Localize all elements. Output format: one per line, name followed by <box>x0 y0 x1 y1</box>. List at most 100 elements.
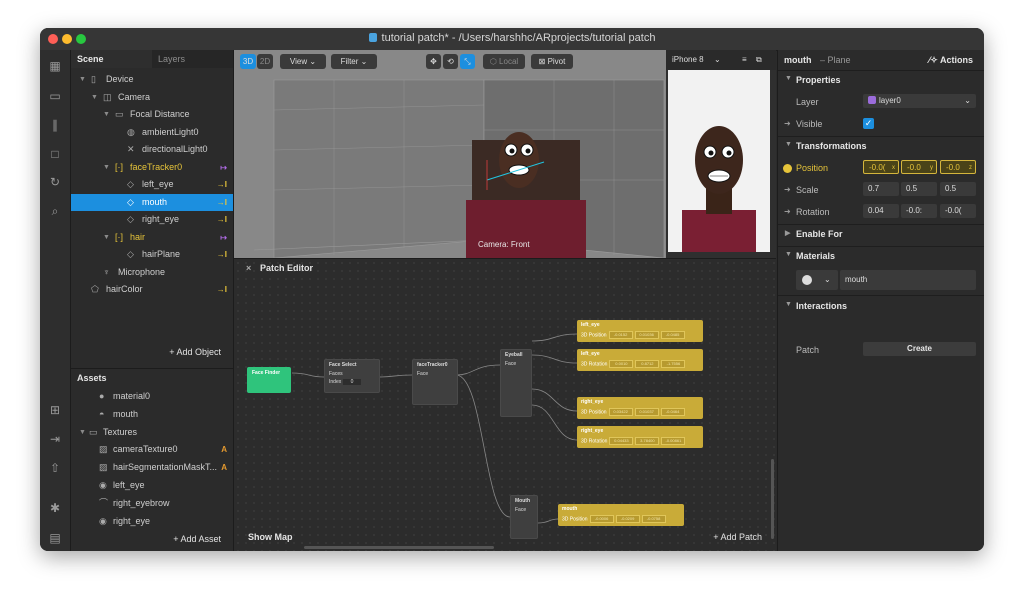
move-tool-icon[interactable]: ✥ <box>426 54 441 69</box>
face-tracker-node[interactable]: faceTracker0 Face <box>412 359 458 405</box>
vertical-scrollbar[interactable] <box>771 459 774 539</box>
add-patch-button[interactable]: + Add Patch <box>713 532 762 542</box>
tracking-badge-icon[interactable]: →I <box>217 281 227 298</box>
property-patch-node[interactable]: left_eye 3D Rotation 0.0010 0.8712 -1.7556 <box>577 349 703 371</box>
scale-tool-icon[interactable]: ⤡ <box>460 54 475 69</box>
rotate-tool-icon[interactable]: ⟲ <box>443 54 458 69</box>
bug-icon[interactable]: ✱ <box>47 500 63 516</box>
disclosure-triangle-icon[interactable]: ▼ <box>103 159 110 176</box>
scene-tree-item[interactable]: ✕ directionalLight0 <box>71 141 233 158</box>
property-patch-node[interactable]: right_eye 3D Rotation 0.04433 3.78400 -0.008… <box>577 426 703 448</box>
keyframe-arrow-icon[interactable]: ➜ <box>784 185 791 194</box>
keyframe-arrow-icon[interactable]: ➜ <box>784 119 791 128</box>
add-object-button[interactable]: + Add Object <box>169 347 221 357</box>
scene-tree-item[interactable]: ▼ ◫ Camera <box>71 89 233 106</box>
scene-tree-item[interactable]: ♆ Microphone <box>71 264 233 281</box>
disclosure-triangle-icon[interactable]: ▼ <box>91 89 98 106</box>
asset-item[interactable]: ▼ ▭ Textures <box>71 424 233 441</box>
asset-item[interactable]: ◉ right_eye <box>71 513 233 530</box>
send-to-device-icon[interactable]: ⇥ <box>47 431 63 447</box>
asset-item[interactable]: ⌒ right_eyebrow <box>71 495 233 512</box>
patch-value-field[interactable]: 0.03422 <box>608 408 633 416</box>
property-patch-node[interactable]: left_eye 3D Position -0.0152 0.01036 -0.0485 <box>577 320 703 342</box>
material-name-field[interactable]: mouth <box>840 270 976 290</box>
position-x-field[interactable]: -0.0(x <box>863 160 899 174</box>
material-thumbnail-select[interactable]: ⌄ <box>796 270 838 290</box>
tracking-badge-icon[interactable]: →I <box>217 176 227 193</box>
pause-icon[interactable]: ∥ <box>47 117 63 133</box>
tracking-badge-icon[interactable]: →I <box>217 194 227 211</box>
local-toggle[interactable]: ⬡ Local <box>483 54 525 69</box>
patch-editor[interactable]: × Patch Editor Face Finder Face Select F… <box>234 258 776 551</box>
mode-2d-toggle[interactable]: 2D <box>257 54 273 69</box>
menu-icon[interactable]: ≡ <box>742 50 747 70</box>
eyeball-node[interactable]: Eyeball Face <box>500 349 532 417</box>
tracking-badge-icon[interactable]: ↦ <box>220 159 227 176</box>
search-icon[interactable]: ⌕ <box>47 203 63 219</box>
scale-z-field[interactable]: 0.5 <box>940 182 976 196</box>
rotation-z-field[interactable]: -0.0( <box>940 204 976 218</box>
scene-tree-item[interactable]: ▼ ▯ Device <box>71 71 233 88</box>
scene-tree-item[interactable]: ▼ ▭ Focal Distance <box>71 106 233 123</box>
horizontal-scrollbar[interactable] <box>304 546 494 549</box>
patch-value-field[interactable]: -0.0485 <box>660 331 685 339</box>
show-map-button[interactable]: Show Map <box>248 532 293 542</box>
add-asset-button[interactable]: + Add Asset <box>173 534 221 544</box>
asset-item[interactable]: ◉ left_eye <box>71 477 233 494</box>
mouth-node[interactable]: Mouth Face <box>510 495 538 539</box>
rotation-x-field[interactable]: 0.04 <box>863 204 899 218</box>
refresh-icon[interactable]: ↻ <box>47 174 63 190</box>
tab-scene[interactable]: Scene <box>71 50 152 68</box>
position-y-field[interactable]: -0.0 y <box>901 160 937 174</box>
tracking-badge-icon[interactable]: →I <box>217 246 227 263</box>
tracking-badge-icon[interactable]: →I <box>217 211 227 228</box>
tab-layers[interactable]: Layers <box>152 50 233 68</box>
property-patch-node[interactable]: mouth 3D Position -0.0006 -0.0209 -0.0758 <box>558 504 684 526</box>
disclosure-triangle-icon[interactable]: ▼ <box>103 229 110 246</box>
rotation-y-field[interactable]: -0.0: <box>901 204 937 218</box>
patch-value-field[interactable]: -1.7556 <box>661 360 686 368</box>
asset-item[interactable]: ● material0 <box>71 388 233 405</box>
face-select-node[interactable]: Face Select Faces Index 0 <box>324 359 380 393</box>
device-select[interactable]: iPhone 8 ⌄ ≡ ⧉ <box>666 50 776 70</box>
patch-value-field[interactable]: 0.04433 <box>609 437 634 445</box>
visible-checkbox[interactable]: ✓ <box>863 118 874 129</box>
face-finder-node[interactable]: Face Finder <box>247 367 291 393</box>
asset-item[interactable]: ◓ mouth <box>71 406 233 423</box>
asset-item[interactable]: ▨ hairSegmentationMaskT... A <box>71 459 233 476</box>
scene-tree-item[interactable]: ⬠ hairColor →I <box>71 281 233 298</box>
scene-tree-item[interactable]: ◇ right_eye →I <box>71 211 233 228</box>
position-z-field[interactable]: -0.0 z <box>940 160 976 174</box>
scene-tree-item[interactable]: ◇ hairPlane →I <box>71 246 233 263</box>
scene-tree-item[interactable]: ▼ [·] hair ↦ <box>71 229 233 246</box>
disclosure-triangle-icon[interactable]: ▼ <box>79 424 86 441</box>
patch-value-field[interactable]: 0.01036 <box>634 331 659 339</box>
disclosure-triangle-icon[interactable]: ▼ <box>103 106 110 123</box>
create-patch-button[interactable]: Create <box>863 342 976 356</box>
patch-value-field[interactable]: 0.8712 <box>635 360 660 368</box>
mode-3d-toggle[interactable]: 3D <box>240 54 256 69</box>
patch-value-field[interactable]: -0.00861 <box>661 437 686 445</box>
patch-value-field[interactable]: 3.78400 <box>635 437 660 445</box>
filter-menu[interactable]: Filter ⌄ <box>331 54 377 69</box>
actions-button[interactable]: ⁄✧ Actions <box>929 55 973 66</box>
layer-select[interactable]: layer0 ⌄ <box>863 94 976 108</box>
pop-out-icon[interactable]: ⧉ <box>756 50 762 70</box>
patch-value-field[interactable]: -0.0006 <box>589 515 614 523</box>
patch-value-field[interactable]: -0.0464 <box>660 408 685 416</box>
patch-value-field[interactable]: -0.0152 <box>608 331 633 339</box>
view-menu[interactable]: View ⌄ <box>280 54 326 69</box>
tracking-badge-icon[interactable]: ↦ <box>220 229 227 246</box>
patch-value-field[interactable]: -0.0209 <box>615 515 640 523</box>
video-icon[interactable]: ▭ <box>47 88 63 104</box>
asset-item[interactable]: ▨ cameraTexture0 A <box>71 441 233 458</box>
import-icon[interactable]: ⊞ <box>47 402 63 418</box>
scene-tree-item[interactable]: ▼ [·] faceTracker0 ↦ <box>71 159 233 176</box>
patch-value-field[interactable]: 0.0010 <box>609 360 634 368</box>
property-patch-node[interactable]: right_eye 3D Position 0.03422 0.01037 -0.046… <box>577 397 703 419</box>
upload-icon[interactable]: ⇧ <box>47 460 63 476</box>
stop-icon[interactable]: □ <box>47 146 63 162</box>
keyframe-arrow-icon[interactable]: ➜ <box>784 207 791 216</box>
scale-x-field[interactable]: 0.7 <box>863 182 899 196</box>
patch-value-field[interactable]: 0.01037 <box>634 408 659 416</box>
